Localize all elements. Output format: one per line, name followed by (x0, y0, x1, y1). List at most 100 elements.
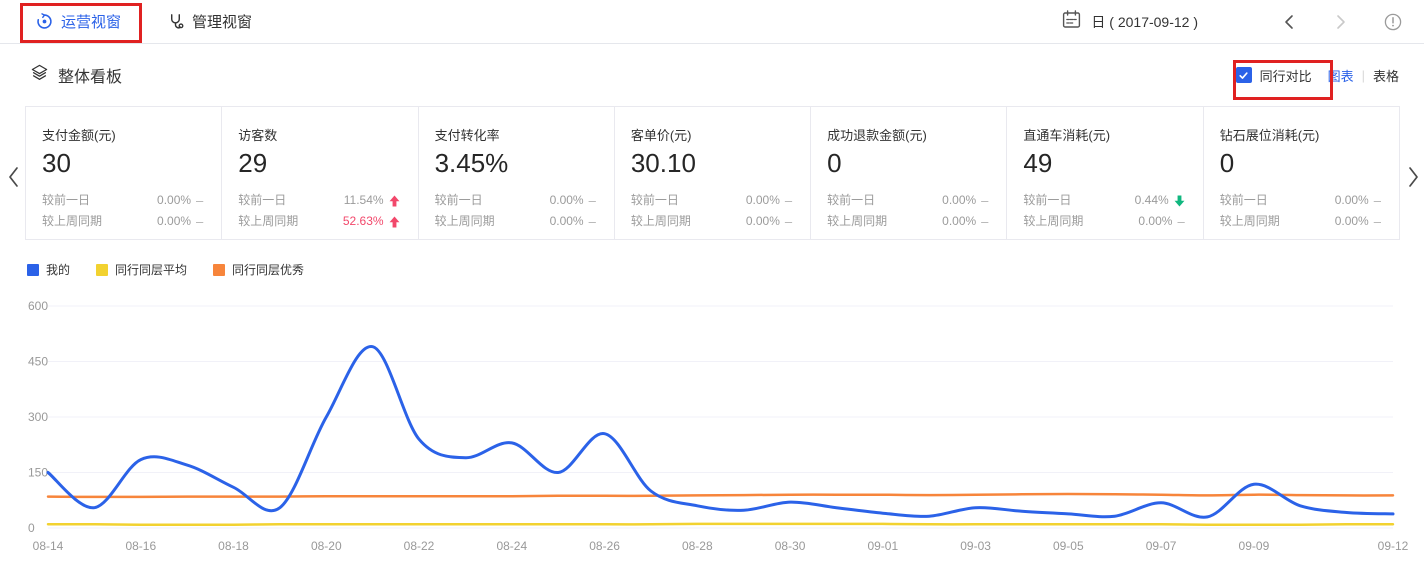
trend-flat-dash: – (1374, 211, 1381, 232)
metric-card[interactable]: 访客数29较前一日11.54%较上周同期52.63% (222, 107, 418, 239)
date-next-button[interactable] (1330, 11, 1352, 33)
x-axis-tick: 08-20 (311, 539, 342, 553)
compare-row-value: 0.00% (942, 211, 976, 232)
trend-flat-dash: – (589, 190, 596, 211)
layers-icon (30, 63, 49, 87)
compare-row-label: 较前一日 (42, 190, 90, 211)
legend-swatch-mine (27, 264, 39, 276)
compare-row-label: 较上周同期 (1023, 211, 1083, 232)
y-axis-tick: 600 (28, 299, 48, 313)
x-axis-tick: 08-28 (682, 539, 713, 553)
legend-label-peer-average: 同行同层平均 (115, 261, 187, 278)
metric-value: 0 (1220, 147, 1385, 179)
metric-value: 30 (42, 147, 207, 179)
trend-flat-dash: – (785, 211, 792, 232)
metric-title: 客单价(元) (631, 125, 796, 144)
board-title: 整体看板 (58, 63, 122, 87)
metric-title: 支付金额(元) (42, 125, 207, 144)
metric-compare-row: 较上周同期 52.63% (238, 211, 403, 232)
trend-flat-dash: – (981, 190, 988, 211)
metric-value: 49 (1023, 147, 1188, 179)
board-controls: 同行对比 图表 | 表格 (1234, 62, 1399, 89)
metric-cards-row: 支付金额(元)30较前一日0.00%–较上周同期0.00%–访客数29较前一日1… (25, 106, 1400, 240)
tab-management-label: 管理视窗 (192, 11, 252, 32)
compare-row-value: 0.00% (1335, 211, 1369, 232)
metric-card[interactable]: 直通车消耗(元)49较前一日0.44%较上周同期0.00%– (1007, 107, 1203, 239)
metric-compare-row: 较上周同期0.00%– (827, 211, 992, 232)
compare-row-value-group: 0.44% (1135, 190, 1185, 211)
metric-value: 0 (827, 147, 992, 179)
trend-flat-dash: – (196, 211, 203, 232)
compare-row-value: 0.44% (1135, 190, 1169, 211)
compare-row-label: 较上周同期 (238, 211, 298, 232)
metric-card[interactable]: 支付转化率3.45%较前一日0.00%–较上周同期0.00%– (419, 107, 615, 239)
cards-prev-button[interactable] (3, 163, 23, 191)
tab-operation-view[interactable]: 运营视窗 (30, 0, 127, 43)
metric-compare-row: 较上周同期0.00%– (1023, 211, 1188, 232)
x-axis-tick: 08-24 (496, 539, 527, 553)
compare-row-label: 较上周同期 (1220, 211, 1280, 232)
compare-row-label: 较前一日 (631, 190, 679, 211)
board-header: 整体看板 同行对比 图表 | 表格 (0, 44, 1424, 106)
x-axis-tick: 08-30 (775, 539, 806, 553)
metric-compare-row: 较前一日0.00%– (631, 190, 796, 211)
compare-row-value: 0.00% (550, 190, 584, 211)
calendar-icon (1062, 10, 1081, 34)
compare-row-value-group: 0.00%– (157, 211, 203, 232)
legend-item-peer-excellent[interactable]: 同行同层优秀 (213, 261, 304, 278)
y-axis-tick: 0 (28, 521, 35, 535)
compare-row-label: 较上周同期 (42, 211, 102, 232)
metric-card[interactable]: 钻石展位消耗(元)0较前一日0.00%–较上周同期0.00%– (1204, 107, 1399, 239)
compare-row-value-group: 52.63% (343, 211, 400, 232)
date-picker[interactable]: 日 ( 2017-09-12 ) (1062, 10, 1198, 34)
compare-row-value: 0.00% (550, 211, 584, 232)
cards-next-button[interactable] (1403, 163, 1423, 191)
view-chart-link[interactable]: 图表 (1328, 66, 1354, 85)
metric-title: 成功退款金额(元) (827, 125, 992, 144)
date-prev-button[interactable] (1278, 11, 1300, 33)
trend-up-arrow-icon (389, 216, 400, 228)
compare-row-label: 较前一日 (435, 190, 483, 211)
compare-row-value: 0.00% (157, 211, 191, 232)
dashboard-page: 运营视窗 管理视窗 (0, 0, 1424, 575)
compare-row-value-group: 0.00%– (550, 190, 596, 211)
y-axis-tick: 150 (28, 466, 48, 480)
metric-card[interactable]: 成功退款金额(元) 0 较前一日0.00%–较上周同期0.00%– (811, 107, 1007, 239)
metric-title: 访客数 (238, 125, 403, 144)
compare-row-value-group: 0.00%– (550, 211, 596, 232)
legend-label-mine: 我的 (46, 261, 70, 278)
x-axis-tick: 08-22 (404, 539, 435, 553)
trend-flat-dash: – (981, 211, 988, 232)
view-switch: 图表 | 表格 (1328, 66, 1399, 85)
x-axis-tick: 09-05 (1053, 539, 1084, 553)
peer-compare-checkbox[interactable] (1236, 67, 1252, 83)
active-tab-underline (32, 40, 125, 43)
x-axis-tick: 09-12 (1378, 539, 1409, 553)
view-table-link[interactable]: 表格 (1373, 66, 1399, 85)
management-view-icon (167, 13, 184, 30)
y-axis-tick: 450 (28, 355, 48, 369)
y-axis-tick: 300 (28, 410, 48, 424)
top-bar-right: 日 ( 2017-09-12 ) (1062, 10, 1424, 34)
tab-management-view[interactable]: 管理视窗 (161, 0, 258, 43)
compare-row-value-group: 0.00%– (1335, 211, 1381, 232)
metric-card[interactable]: 支付金额(元) 30 较前一日 0.00%– 较上周同期 0.00%– (26, 107, 222, 239)
legend-swatch-peer-average (96, 264, 108, 276)
info-icon[interactable] (1384, 13, 1402, 31)
trend-chart[interactable]: 015030045060008-1408-1608-1808-2008-2208… (0, 288, 1424, 575)
metric-title: 支付转化率 (435, 125, 600, 144)
metric-compare-row: 较前一日0.00%– (827, 190, 992, 211)
legend-swatch-peer-excellent (213, 264, 225, 276)
x-axis-tick: 09-01 (867, 539, 898, 553)
trend-up-arrow-icon (389, 195, 400, 207)
metric-card[interactable]: 客单价(元)30.10较前一日0.00%–较上周同期0.00%– (615, 107, 811, 239)
legend-item-mine[interactable]: 我的 (27, 261, 70, 278)
trend-flat-dash: – (196, 190, 203, 211)
peer-compare-toggle[interactable]: 同行对比 (1234, 62, 1314, 89)
compare-row-label: 较前一日 (1023, 190, 1071, 211)
compare-row-value-group: 0.00%– (942, 190, 988, 211)
compare-row-value-group: 11.54% (344, 190, 400, 211)
compare-row-label: 较前一日 (1220, 190, 1268, 211)
compare-row-value: 0.00% (746, 190, 780, 211)
legend-item-peer-average[interactable]: 同行同层平均 (96, 261, 187, 278)
